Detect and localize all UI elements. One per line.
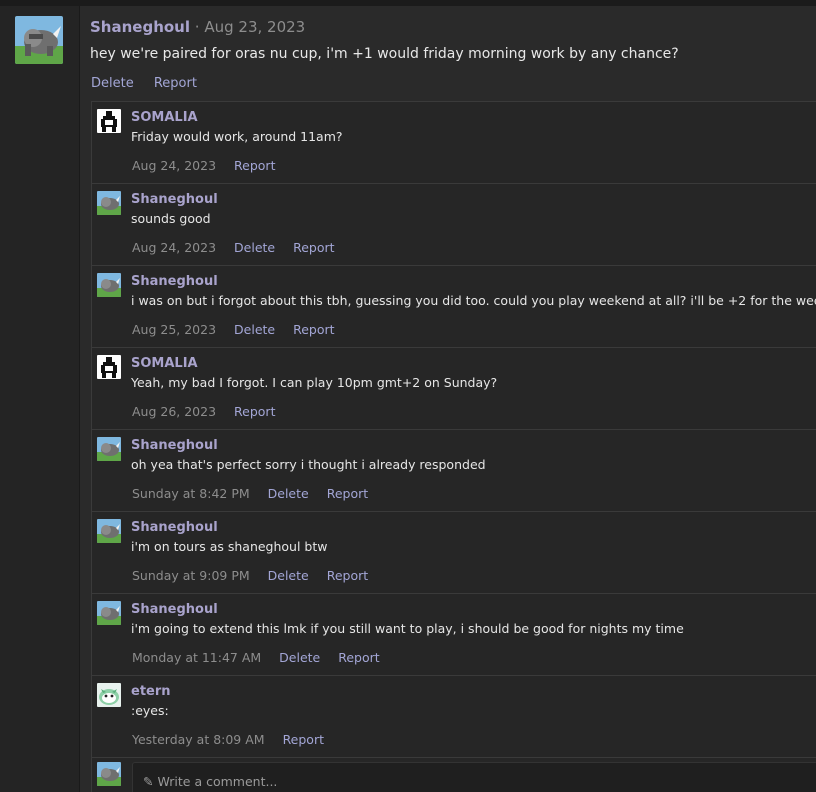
comment-item: Shaneghoul i was on but i forgot about t… [92,266,816,348]
report-button[interactable]: Report [293,240,334,255]
comment-date[interactable]: Aug 24, 2023 [132,240,216,255]
comment-meta: Monday at 11:47 AM Delete Report [132,649,394,666]
comment-item: SOMALIA Yeah, my bad I forgot. I can pla… [92,348,816,430]
report-button[interactable]: Report [327,568,368,583]
comment-date[interactable]: Aug 24, 2023 [132,158,216,173]
comment-date[interactable]: Sunday at 9:09 PM [132,568,250,583]
report-button[interactable]: Report [234,158,275,173]
write-comment-placeholder-text: Write a comment... [157,774,278,789]
write-comment-placeholder: ✎ Write a comment... [143,774,277,789]
donphan-avatar-icon[interactable] [97,273,121,297]
donphan-avatar-icon[interactable] [15,16,63,64]
comment-author[interactable]: Shaneghoul [131,520,218,536]
pencil-icon: ✎ [143,774,154,789]
comment-text: Yeah, my bad I forgot. I can play 10pm g… [131,375,498,390]
delete-button[interactable]: Delete [268,486,309,501]
comment-item: Shaneghoul i'm on tours as shaneghoul bt… [92,512,816,594]
donphan-avatar-icon[interactable] [97,601,121,625]
write-comment-input[interactable]: ✎ Write a comment... [132,762,816,792]
delete-button[interactable]: Delete [279,650,320,665]
comment-meta: Aug 25, 2023 Delete Report [132,321,349,338]
left-gutter [0,6,80,792]
comment-text: sounds good [131,211,211,226]
donphan-avatar-icon[interactable] [97,437,121,461]
post-report-button[interactable]: Report [154,76,197,91]
comment-item: Shaneghoul sounds good Aug 24, 2023 Dele… [92,184,816,266]
donphan-avatar-icon[interactable] [97,519,121,543]
comment-author[interactable]: Shaneghoul [131,438,218,454]
delete-button[interactable]: Delete [234,322,275,337]
post-delete-button[interactable]: Delete [91,76,134,91]
comments-list: SOMALIA Friday would work, around 11am? … [91,101,816,792]
comment-author[interactable]: Shaneghoul [131,274,218,290]
somalia-avatar-icon[interactable] [97,355,121,379]
post-text: hey we're paired for oras nu cup, i'm +1… [90,46,679,62]
comment-author[interactable]: etern [131,684,171,700]
comment-text: Friday would work, around 11am? [131,129,343,144]
comment-date[interactable]: Aug 26, 2023 [132,404,216,419]
donphan-avatar-icon[interactable] [97,191,121,215]
comment-meta: Yesterday at 8:09 AM Report [132,731,338,748]
comment-item: SOMALIA Friday would work, around 11am? … [92,102,816,184]
post-actions: Delete Report [91,75,213,93]
comment-text: :eyes: [131,703,169,718]
comment-text: oh yea that's perfect sorry i thought i … [131,457,486,472]
delete-button[interactable]: Delete [268,568,309,583]
comment-author[interactable]: SOMALIA [131,356,198,372]
report-button[interactable]: Report [234,404,275,419]
report-button[interactable]: Report [293,322,334,337]
comment-date[interactable]: Aug 25, 2023 [132,322,216,337]
comment-item: Shaneghoul i'm going to extend this lmk … [92,594,816,676]
delete-button[interactable]: Delete [234,240,275,255]
post-author-link[interactable]: Shaneghoul [90,18,190,36]
report-button[interactable]: Report [327,486,368,501]
comment-author[interactable]: Shaneghoul [131,602,218,618]
post-date[interactable]: Aug 23, 2023 [204,18,305,36]
comment-text: i was on but i forgot about this tbh, gu… [131,293,816,308]
comment-author[interactable]: Shaneghoul [131,192,218,208]
comment-meta: Aug 24, 2023 Report [132,157,289,174]
post-separator: · [194,18,200,36]
post-header: Shaneghoul · Aug 23, 2023 [90,17,305,37]
etern-avatar-icon[interactable] [97,683,121,707]
current-user-avatar-icon [97,762,121,786]
report-button[interactable]: Report [338,650,379,665]
comment-date[interactable]: Monday at 11:47 AM [132,650,261,665]
comment-text: i'm going to extend this lmk if you stil… [131,621,684,636]
comment-item: Shaneghoul oh yea that's perfect sorry i… [92,430,816,512]
comment-date[interactable]: Sunday at 8:42 PM [132,486,250,501]
comment-meta: Sunday at 9:09 PM Delete Report [132,567,382,584]
comment-author[interactable]: SOMALIA [131,110,198,126]
comment-meta: Aug 26, 2023 Report [132,403,289,420]
comment-text: i'm on tours as shaneghoul btw [131,539,328,554]
comment-meta: Sunday at 8:42 PM Delete Report [132,485,382,502]
report-button[interactable]: Report [283,732,324,747]
comment-meta: Aug 24, 2023 Delete Report [132,239,349,256]
somalia-avatar-icon[interactable] [97,109,121,133]
comment-date[interactable]: Yesterday at 8:09 AM [132,732,265,747]
comment-item: etern :eyes: Yesterday at 8:09 AM Report [92,676,816,758]
